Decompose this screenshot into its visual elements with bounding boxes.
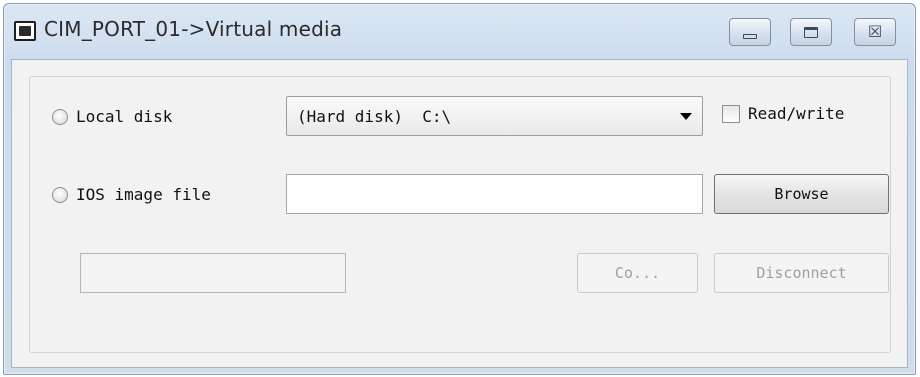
maximize-icon: [804, 26, 818, 38]
browse-button[interactable]: Browse: [714, 174, 889, 214]
window-title: CIM_PORT_01->Virtual media: [44, 17, 343, 41]
read-write-checkbox[interactable]: [722, 104, 740, 123]
local-disk-label: Local disk: [76, 107, 173, 126]
dropdown-arrow-icon[interactable]: [680, 113, 692, 120]
iso-image-option[interactable]: IOS image file: [52, 185, 211, 204]
title-bar[interactable]: CIM_PORT_01->Virtual media ☒: [4, 4, 915, 60]
close-button[interactable]: ☒: [854, 18, 896, 46]
local-disk-radio[interactable]: [52, 108, 68, 125]
drive-select[interactable]: (Hard disk) C:\: [286, 96, 703, 136]
image-path-input[interactable]: [286, 174, 703, 214]
connect-button[interactable]: Co...: [577, 253, 698, 293]
maximize-button[interactable]: [790, 18, 832, 46]
iso-image-label: IOS image file: [76, 185, 211, 204]
read-write-option[interactable]: Read/write: [722, 104, 844, 123]
iso-image-radio[interactable]: [52, 186, 68, 203]
local-disk-option[interactable]: Local disk: [52, 107, 172, 126]
status-field: [80, 253, 346, 293]
minimize-icon: [743, 33, 757, 39]
app-icon: [14, 21, 36, 41]
minimize-button[interactable]: [729, 18, 771, 46]
read-write-label: Read/write: [748, 104, 845, 123]
disconnect-button[interactable]: Disconnect: [714, 253, 889, 293]
close-icon: ☒: [867, 22, 883, 41]
drive-select-value: (Hard disk) C:\: [297, 106, 452, 126]
